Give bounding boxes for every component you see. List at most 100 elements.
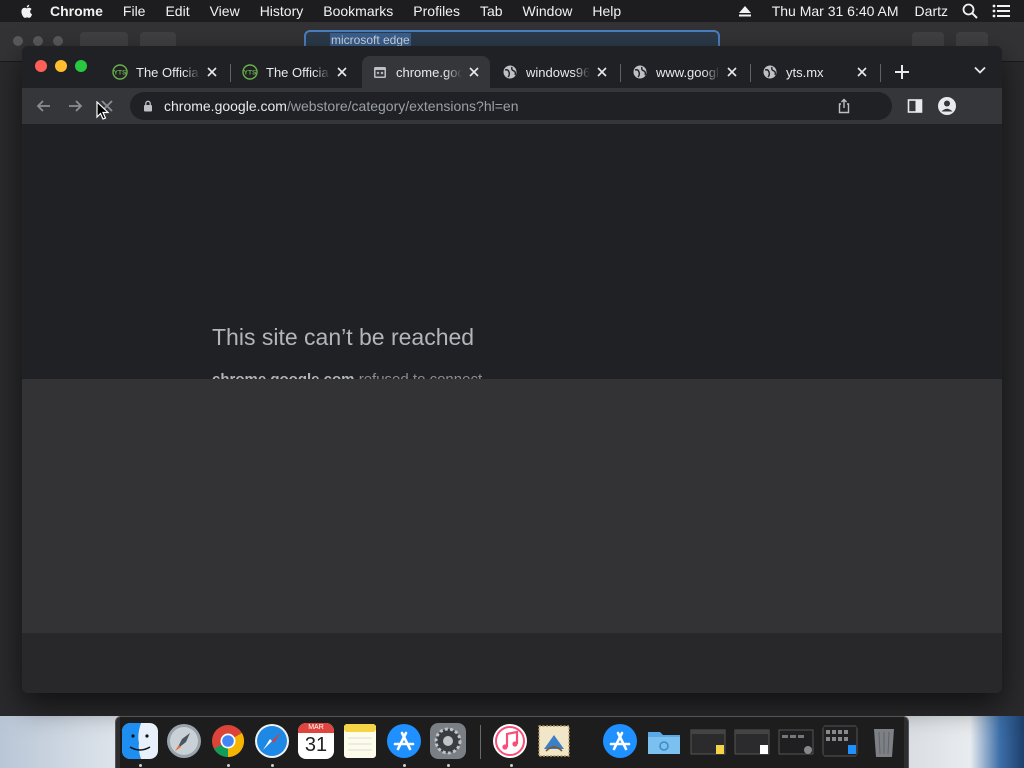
globe-icon (503, 65, 517, 79)
menu-bookmarks[interactable]: Bookmarks (323, 3, 393, 19)
browser-toolbar: chrome.google.com/webstore/category/exte… (22, 88, 1002, 124)
tab-title: The Official (136, 64, 200, 80)
menu-file[interactable]: File (123, 3, 146, 19)
tab-3-active[interactable]: chrome.google (362, 56, 490, 88)
menu-help[interactable]: Help (592, 3, 621, 19)
error-host: chrome.google.com (212, 371, 355, 379)
side-panel-icon[interactable] (907, 98, 923, 114)
page-content-lower (22, 379, 1002, 633)
menu-history[interactable]: History (260, 3, 304, 19)
close-tab-icon[interactable] (724, 64, 740, 80)
app-store-icon[interactable] (386, 723, 422, 759)
window-thumbnail-icon[interactable] (690, 723, 726, 759)
tab-separator (230, 64, 231, 82)
window-maximize-button[interactable] (75, 60, 87, 72)
page-content: This site can’t be reached chrome.google… (22, 124, 1002, 379)
back-arrow-icon[interactable] (35, 97, 53, 115)
close-tab-icon[interactable] (204, 64, 220, 80)
svg-text:YTS: YTS (114, 70, 127, 77)
address-path: /webstore/category/extensions?hl=en (286, 98, 519, 114)
menu-user[interactable]: Dartz (915, 3, 948, 19)
address-bar[interactable]: chrome.google.com/webstore/category/exte… (130, 92, 892, 120)
address-url: chrome.google.com/webstore/category/exte… (164, 98, 519, 114)
system-preferences-icon[interactable] (430, 723, 466, 759)
itunes-icon[interactable] (492, 723, 528, 759)
running-indicator (510, 764, 513, 767)
svg-text:YTS: YTS (244, 70, 257, 77)
safari-icon[interactable] (254, 723, 290, 759)
spotlight-search-icon[interactable] (962, 3, 978, 19)
window-thumbnail-icon[interactable] (778, 723, 814, 759)
new-tab-plus-icon[interactable] (892, 62, 912, 82)
share-icon[interactable] (836, 98, 852, 114)
close-tab-icon[interactable] (594, 64, 610, 80)
close-tab-icon[interactable] (854, 64, 870, 80)
menu-window[interactable]: Window (523, 3, 573, 19)
tab-4[interactable]: windows96 (492, 56, 618, 88)
launchpad-icon[interactable] (166, 723, 202, 759)
error-title: This site can’t be reached (212, 324, 475, 350)
background-minimize-button[interactable] (33, 36, 43, 46)
chrome-icon[interactable] (210, 723, 246, 759)
finder-icon[interactable] (122, 723, 158, 759)
tab-separator (620, 64, 621, 82)
chevron-down-icon[interactable] (972, 62, 988, 78)
close-tab-icon[interactable] (466, 64, 482, 80)
chrome-window: YTS The Official YTS The Official chrome… (22, 46, 1002, 693)
error-message: refused to connect. (359, 371, 487, 379)
app-store-download-icon[interactable] (602, 723, 638, 759)
profile-avatar-icon[interactable] (937, 96, 957, 116)
forward-arrow-icon[interactable] (66, 97, 84, 115)
tab-title: windows96 (526, 64, 590, 80)
tab-6[interactable]: yts.mx (752, 56, 878, 88)
background-maximize-button[interactable] (53, 36, 63, 46)
dock-separator (480, 725, 481, 759)
broken-page-icon (374, 67, 386, 78)
mouse-cursor-icon (96, 101, 110, 120)
tab-title: www.google (656, 64, 720, 80)
trash-icon[interactable] (866, 723, 902, 759)
tab-5[interactable]: www.google (622, 56, 748, 88)
notification-center-icon[interactable] (992, 4, 1010, 18)
desktop-wallpaper-right (904, 716, 1024, 768)
folder-icon[interactable] (646, 723, 682, 759)
lock-icon[interactable] (142, 100, 154, 112)
tab-1[interactable]: YTS The Official (102, 56, 228, 88)
menu-app-name[interactable]: Chrome (50, 3, 103, 19)
menu-tab[interactable]: Tab (480, 3, 503, 19)
globe-icon (763, 65, 777, 79)
menu-view[interactable]: View (210, 3, 240, 19)
globe-icon (633, 65, 647, 79)
window-thumbnail-icon[interactable] (734, 723, 770, 759)
error-detail: chrome.google.com refused to connect. (212, 371, 486, 379)
close-tab-icon[interactable] (334, 64, 350, 80)
notes-icon[interactable] (342, 723, 378, 759)
running-indicator (447, 764, 450, 767)
preview-icon[interactable] (536, 723, 572, 759)
menu-edit[interactable]: Edit (165, 3, 189, 19)
running-indicator (139, 764, 142, 767)
running-indicator (271, 764, 274, 767)
window-close-button[interactable] (35, 60, 47, 72)
menu-bar: Chrome File Edit View History Bookmarks … (0, 0, 1024, 22)
menu-clock[interactable]: Thu Mar 31 6:40 AM (772, 3, 899, 19)
tab-separator (750, 64, 751, 82)
ytsmx-icon: YTS (112, 64, 128, 80)
calendar-day: 31 (304, 734, 328, 756)
calendar-icon[interactable]: MAR 31 (298, 723, 334, 759)
running-indicator (227, 764, 230, 767)
apple-menu-icon[interactable] (18, 2, 36, 20)
background-close-button[interactable] (13, 36, 23, 46)
window-minimize-button[interactable] (55, 60, 67, 72)
tab-strip: YTS The Official YTS The Official chrome… (22, 46, 1002, 88)
window-thumbnail-icon[interactable] (822, 723, 858, 759)
dock: MAR 31 (115, 716, 909, 768)
eject-icon[interactable] (738, 5, 752, 17)
running-indicator (403, 764, 406, 767)
tab-title: yts.mx (786, 64, 824, 80)
page-content-bottom (22, 633, 1002, 693)
calendar-month: MAR (298, 723, 334, 733)
menu-profiles[interactable]: Profiles (413, 3, 460, 19)
tab-2[interactable]: YTS The Official (232, 56, 358, 88)
tab-title: The Official (266, 64, 330, 80)
